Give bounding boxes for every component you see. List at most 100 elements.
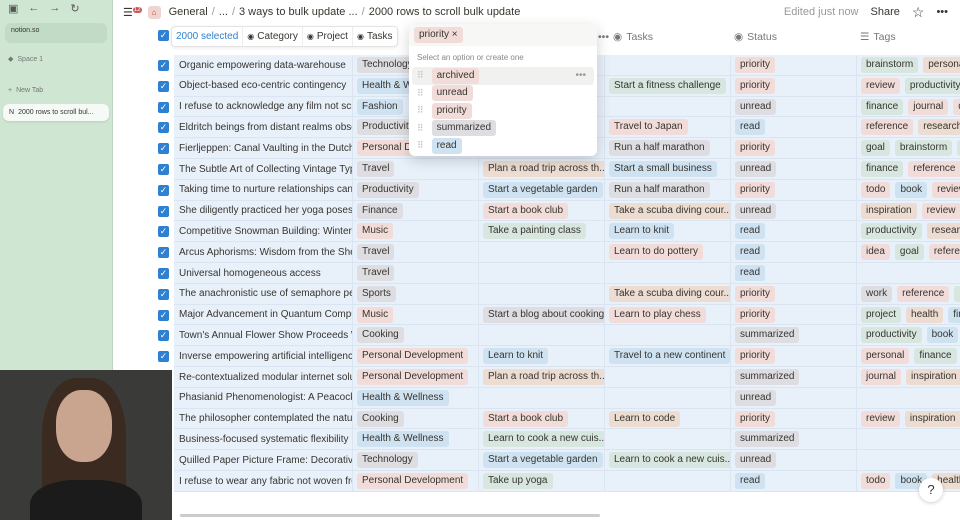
project-cell[interactable]: Plan a road trip across th... <box>478 159 604 179</box>
status-cell[interactable]: read <box>730 117 856 138</box>
title-cell[interactable]: Taking time to nurture relationships can… <box>176 180 352 200</box>
tasks-cell[interactable]: Learn to code <box>604 408 730 429</box>
table-row[interactable]: The anachronistic use of semaphore persi… <box>174 283 960 305</box>
table-row[interactable]: Business-focused systematic flexibility H… <box>174 429 960 451</box>
category-cell[interactable]: Cooking <box>352 325 478 346</box>
option-unread[interactable]: ⠿ unread <box>409 85 597 103</box>
row-checkbox[interactable]: ✓ <box>158 122 169 134</box>
project-cell[interactable]: Start a book club <box>478 200 604 221</box>
tags-cell[interactable]: productivityresearch <box>856 221 960 242</box>
bulk-category-button[interactable]: ◉ Category <box>243 27 303 46</box>
row-checkbox[interactable]: ✓ <box>158 184 169 196</box>
tasks-cell[interactable]: Run a half marathon <box>604 179 730 200</box>
more-icon[interactable]: ••• <box>598 31 609 43</box>
table-row[interactable]: Arcus Aphorisms: Wisdom from the Shelf Tr… <box>174 242 960 263</box>
status-cell[interactable]: unread <box>730 387 856 408</box>
tags-cell[interactable]: productivity book <box>856 325 960 346</box>
table-row[interactable]: Inverse empowering artificial intelligen… <box>174 346 960 367</box>
status-cell[interactable]: priority <box>730 346 856 367</box>
tasks-cell[interactable] <box>604 325 730 346</box>
row-checkbox[interactable]: ✓ <box>158 80 169 92</box>
title-cell[interactable]: Inverse empowering artificial intelligen… <box>176 346 352 366</box>
status-cell[interactable]: priority <box>730 283 856 304</box>
drag-handle-icon[interactable]: ⠿ <box>417 123 424 134</box>
tasks-cell[interactable]: Take a scuba diving cour... <box>604 200 730 221</box>
table-row[interactable]: She diligently practiced her yoga poses … <box>174 200 960 222</box>
title-cell[interactable]: The philosopher contemplated the nature <box>176 409 352 429</box>
tags-cell[interactable] <box>856 429 960 450</box>
category-cell[interactable]: Health & Wellness <box>352 387 478 408</box>
tasks-cell[interactable] <box>604 55 730 75</box>
project-cell[interactable] <box>478 283 604 304</box>
project-cell[interactable]: Start a blog about cooking <box>478 304 604 325</box>
status-cell[interactable]: unread <box>730 159 856 179</box>
tags-cell[interactable]: financejournalq <box>856 96 960 117</box>
title-cell[interactable]: Universal homogeneous access <box>176 263 352 283</box>
tags-cell[interactable] <box>856 263 960 283</box>
title-cell[interactable]: Eldritch beings from distant realms obse… <box>176 117 352 137</box>
selected-count[interactable]: 2000 selected <box>172 27 244 46</box>
status-cell[interactable]: read <box>730 242 856 263</box>
title-cell[interactable]: Re-contextualized modular internet solut… <box>176 367 352 387</box>
title-cell[interactable]: Object-based eco-centric contingency <box>176 76 352 96</box>
row-checkbox[interactable]: ✓ <box>158 143 169 155</box>
table-row[interactable]: The philosopher contemplated the nature C… <box>174 408 960 430</box>
column-header-tasks[interactable]: ••• ◉ Tasks <box>598 26 653 48</box>
remove-icon[interactable]: × <box>452 29 458 40</box>
category-cell[interactable]: Personal Development <box>352 471 478 491</box>
status-cell[interactable]: summarized <box>730 367 856 387</box>
title-cell[interactable]: Arcus Aphorisms: Wisdom from the Shelf <box>176 242 352 262</box>
breadcrumb-general[interactable]: General <box>169 6 208 18</box>
title-cell[interactable]: Major Advancement in Quantum Computing <box>176 305 352 325</box>
tags-cell[interactable]: finance reference <box>856 159 960 179</box>
status-cell[interactable]: priority <box>730 55 856 75</box>
title-cell[interactable]: Business-focused systematic flexibility <box>176 429 352 449</box>
breadcrumb-current[interactable]: 2000 rows to scroll bulk update <box>369 6 521 18</box>
status-cell[interactable]: unread <box>730 200 856 221</box>
new-tab-button[interactable]: + New Tab <box>0 81 112 100</box>
category-cell[interactable]: Personal Development <box>352 367 478 387</box>
title-cell[interactable]: Quilled Paper Picture Frame: Decorative … <box>176 450 352 470</box>
tags-cell[interactable]: goalbrainstormr <box>856 138 960 159</box>
drag-handle-icon[interactable]: ⠿ <box>417 105 424 116</box>
column-header-status[interactable]: ◉ Status <box>734 26 777 48</box>
table-row[interactable]: Universal homogeneous access Travel read <box>174 263 960 284</box>
project-cell[interactable] <box>478 242 604 263</box>
tasks-cell[interactable]: Start a fitness challenge <box>604 75 730 96</box>
category-cell[interactable]: Personal Development <box>352 346 478 367</box>
category-cell[interactable]: Travel <box>352 242 478 263</box>
title-cell[interactable]: Competitive Snowman Building: Winter Spo… <box>176 221 352 241</box>
table-row[interactable]: Phasianid Phenomenologist: A Peacock's He… <box>174 387 960 409</box>
help-button[interactable]: ? <box>919 478 943 502</box>
project-cell[interactable]: Learn to cook a new cuis... <box>478 429 604 450</box>
table-row[interactable]: Quilled Paper Picture Frame: Decorative … <box>174 450 960 471</box>
row-checkbox[interactable]: ✓ <box>158 268 169 279</box>
row-checkbox[interactable]: ✓ <box>158 309 169 321</box>
share-button[interactable]: Share <box>871 6 900 18</box>
tasks-cell[interactable] <box>604 471 730 491</box>
tags-cell[interactable]: reference research <box>856 117 960 138</box>
tasks-cell[interactable]: Travel to a new continent <box>604 346 730 367</box>
tags-cell[interactable] <box>856 387 960 408</box>
row-checkbox[interactable]: ✓ <box>158 226 169 238</box>
status-cell[interactable]: priority <box>730 138 856 159</box>
tasks-cell[interactable]: Take a scuba diving cour... <box>604 283 730 304</box>
more-icon[interactable]: ••• <box>936 6 948 18</box>
tasks-cell[interactable] <box>604 429 730 450</box>
project-cell[interactable]: Start a vegetable garden <box>478 179 604 200</box>
table-row[interactable]: Re-contextualized modular internet solut… <box>174 367 960 388</box>
title-cell[interactable]: Organic empowering data-warehouse <box>176 55 352 75</box>
breadcrumb-parent[interactable]: 3 ways to bulk update ... <box>239 6 358 18</box>
table-row[interactable]: Taking time to nurture relationships can… <box>174 179 960 201</box>
project-cell[interactable] <box>478 387 604 408</box>
row-checkbox[interactable]: ✓ <box>158 351 169 363</box>
project-cell[interactable]: Start a book club <box>478 408 604 429</box>
option-read[interactable]: ⠿ read <box>409 137 597 155</box>
status-cell[interactable]: unread <box>730 96 856 117</box>
drag-handle-icon[interactable]: ⠿ <box>417 70 424 81</box>
status-cell[interactable]: priority <box>730 408 856 429</box>
tasks-cell[interactable]: Run a half marathon <box>604 138 730 159</box>
url-bar[interactable]: notion.so <box>5 23 107 43</box>
category-cell[interactable]: Cooking <box>352 408 478 429</box>
project-cell[interactable]: Learn to knit <box>478 346 604 367</box>
